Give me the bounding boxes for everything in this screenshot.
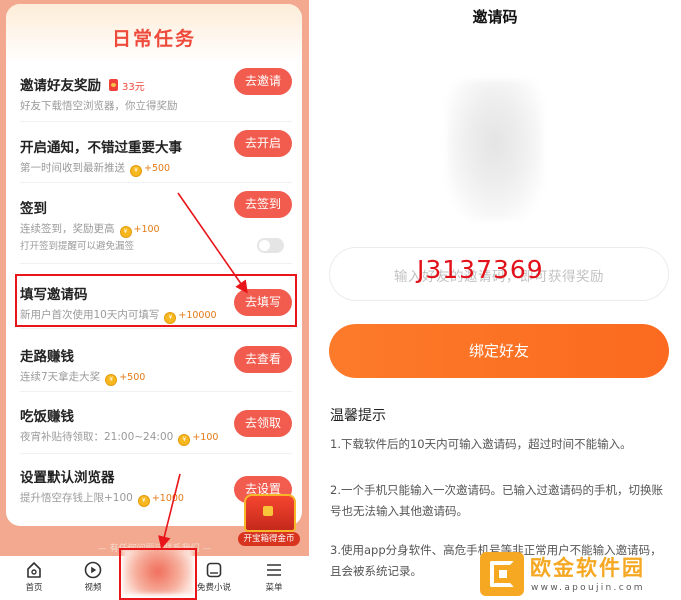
meal-claim-button[interactable]: 去领取 bbox=[234, 410, 292, 437]
task-title: 邀请好友奖励 33元 bbox=[20, 78, 145, 94]
task-desc: 连续签到，奖励更高 ¥ +100 bbox=[20, 221, 160, 238]
daily-tasks-screen: 日常任务 邀请好友奖励 33元 好友下载悟空浏览器，你立得奖励 去邀请 开启通知，… bbox=[0, 0, 309, 600]
task-desc: 好友下载悟空浏览器，你立得奖励 bbox=[20, 100, 178, 112]
signin-reminder-toggle[interactable] bbox=[257, 238, 284, 253]
watermark: 欧金软件园 www.apoujin.com bbox=[478, 550, 681, 600]
task-reward: 33元 bbox=[122, 82, 145, 93]
invite-button[interactable]: 去邀请 bbox=[234, 68, 292, 95]
task-invite-friends: 邀请好友奖励 33元 好友下载悟空浏览器，你立得奖励 去邀请 bbox=[6, 68, 302, 134]
chest-lock-icon bbox=[263, 506, 273, 516]
tab-menu[interactable]: 菜单 bbox=[249, 556, 299, 600]
tasks-title: 日常任务 bbox=[111, 28, 196, 50]
task-title: 设置默认浏览器 bbox=[20, 470, 115, 486]
tab-label: 首页 bbox=[25, 583, 43, 593]
task-reward: +500 bbox=[119, 372, 146, 383]
task-walk-earn: 走路赚钱 连续7天拿走大奖 ¥ +500 去查看 bbox=[6, 345, 302, 405]
task-reward: +1000 bbox=[151, 493, 184, 504]
red-packet-icon bbox=[109, 79, 118, 91]
tab-label: 视频 bbox=[84, 583, 102, 593]
coin-icon: ¥ bbox=[105, 374, 118, 386]
walk-view-button[interactable]: 去查看 bbox=[234, 346, 292, 373]
treasure-chest-button[interactable]: 开宝箱得金币 bbox=[238, 494, 300, 550]
page-title: 邀请码 bbox=[472, 8, 518, 26]
enable-notifications-button[interactable]: 去开启 bbox=[234, 130, 292, 157]
task-desc: 提升悟空存钱上限+100 ¥ +1000 bbox=[20, 490, 184, 507]
blurred-image bbox=[447, 80, 543, 220]
invite-code-annotation: J3137369 bbox=[417, 255, 544, 284]
tab-label: 菜单 bbox=[265, 583, 283, 593]
task-desc: 连续7天拿走大奖 ¥ +500 bbox=[20, 369, 145, 386]
highlight-box-center-tab bbox=[119, 548, 197, 600]
task-desc: 夜宵补贴待领取：21:00~24:00 ¥ +100 bbox=[20, 429, 218, 446]
task-title: 吃饭赚钱 bbox=[20, 409, 74, 425]
menu-icon bbox=[267, 564, 281, 576]
task-enable-notifications: 开启通知，不错过重要大事 第一时间收到最新推送 ¥ +500 去开启 bbox=[6, 130, 302, 196]
video-icon bbox=[84, 561, 102, 579]
invite-code-screen: 邀请码 输入好友的邀请码，即可获得奖励 J3137369 绑定好友 温馨提示 1… bbox=[309, 0, 681, 600]
divider bbox=[20, 263, 292, 264]
task-title: 开启通知，不错过重要大事 bbox=[20, 140, 182, 156]
home-icon bbox=[27, 562, 41, 578]
daily-tasks-card: 日常任务 邀请好友奖励 33元 好友下载悟空浏览器，你立得奖励 去邀请 开启通知，… bbox=[6, 4, 302, 526]
bind-friend-button[interactable]: 绑定好友 bbox=[329, 324, 669, 378]
highlight-box-invite-code-task bbox=[15, 274, 297, 327]
divider bbox=[20, 328, 292, 329]
signin-reminder-label: 打开签到提醒可以避免漏签 bbox=[20, 241, 135, 252]
coin-icon: ¥ bbox=[130, 165, 142, 177]
tips-title: 温馨提示 bbox=[330, 408, 386, 424]
tab-video[interactable]: 视频 bbox=[68, 556, 118, 600]
signin-reminder-row: 打开签到提醒可以避免漏签 bbox=[20, 238, 292, 254]
coin-icon: ¥ bbox=[119, 226, 132, 238]
tab-home[interactable]: 首页 bbox=[9, 556, 59, 600]
tip-item: 1.下载软件后的10天内可输入邀请码，超过时间不能输入。 bbox=[330, 437, 632, 451]
divider bbox=[20, 121, 292, 122]
watermark-name: 欧金软件园 bbox=[530, 556, 645, 580]
divider bbox=[20, 391, 292, 392]
treasure-label: 开宝箱得金币 bbox=[238, 532, 300, 546]
task-title: 签到 bbox=[20, 201, 47, 217]
watermark-logo-icon bbox=[480, 552, 524, 596]
tip-item: 2.一个手机只能输入一次邀请码。已输入过邀请码的手机，切换账号也无法输入其他邀请… bbox=[330, 483, 663, 518]
coin-icon: ¥ bbox=[137, 495, 150, 507]
coin-icon: ¥ bbox=[178, 434, 191, 446]
task-reward: +100 bbox=[192, 432, 219, 443]
task-title: 走路赚钱 bbox=[20, 349, 74, 365]
divider bbox=[20, 453, 292, 454]
book-icon bbox=[206, 562, 222, 578]
task-reward: +100 bbox=[133, 224, 160, 235]
watermark-url: www.apoujin.com bbox=[531, 583, 645, 593]
signin-button[interactable]: 去签到 bbox=[234, 191, 292, 218]
divider bbox=[20, 182, 292, 183]
task-meal-earn: 吃饭赚钱 夜宵补贴待领取：21:00~24:00 ¥ +100 去领取 bbox=[6, 405, 302, 465]
task-desc: 第一时间收到最新推送 ¥ +500 bbox=[20, 160, 170, 177]
task-reward: +500 bbox=[144, 163, 171, 174]
